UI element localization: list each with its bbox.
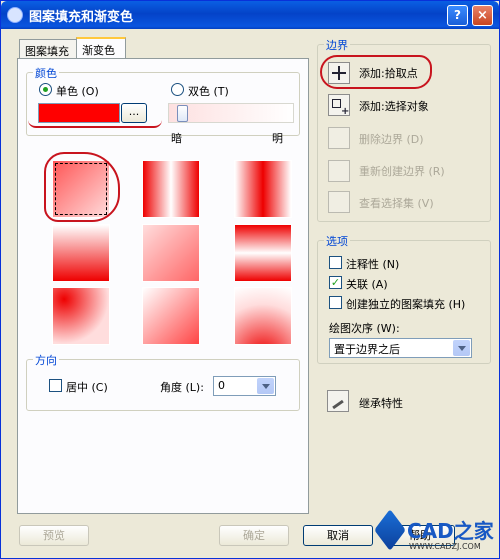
cancel-button[interactable]: 取消 [303, 525, 373, 546]
view-selections-label: 查看选择集 (V) [359, 197, 434, 210]
orientation-group: 方向 居中 (C) 角度 (L): 0 [26, 352, 300, 411]
color-group: 颜色 单色 (O) 双色 (T) ... [26, 65, 300, 136]
center-checkbox[interactable] [49, 379, 62, 392]
preview-button: 预览 [19, 525, 89, 546]
angle-value: 0 [218, 379, 225, 392]
magnifier-icon [328, 191, 350, 213]
shade-tint-slider[interactable] [168, 103, 294, 123]
dark-label: 暗 [171, 132, 182, 145]
gradient-swatch-8[interactable] [142, 287, 200, 345]
annotation-mark [28, 100, 162, 128]
gradient-swatch-4[interactable] [52, 224, 110, 282]
gradient-swatch-3[interactable] [234, 160, 292, 218]
associative-label: 关联 (A) [346, 278, 388, 291]
annotative-checkbox[interactable] [329, 256, 342, 269]
tab-gradient[interactable]: 渐变色 [76, 37, 126, 58]
hatch-gradient-dialog: 图案填充和渐变色 ? × 图案填充 渐变色 颜色 单色 (O) 双色 (T) .… [0, 0, 500, 559]
color-group-label: 颜色 [33, 65, 59, 81]
help-title-button[interactable]: ? [447, 5, 468, 26]
pick-annotation-mark [320, 55, 432, 89]
tab-hatch[interactable]: 图案填充 [19, 39, 77, 59]
title-bar[interactable]: 图案填充和渐变色 ? × [1, 1, 499, 29]
annotative-label: 注释性 (N) [346, 258, 400, 271]
ok-button: 确定 [219, 525, 289, 546]
add-select-objects-icon[interactable]: + [328, 94, 350, 117]
inherit-properties-label[interactable]: 继承特性 [359, 395, 403, 411]
two-color-radio[interactable] [171, 83, 184, 96]
angle-select[interactable]: 0 [213, 376, 276, 396]
two-color-label: 双色 (T) [188, 85, 229, 98]
add-select-objects-label[interactable]: 添加:选择对象 [359, 98, 429, 114]
light-label: 明 [272, 132, 283, 145]
boundary-group: 边界 添加:拾取点 + 添加:选择对象 删除边界 (D) 重新创建边界 (R) … [317, 37, 491, 222]
gradient-swatch-2[interactable] [142, 160, 200, 218]
watermark: CAD之家 WWW.CADZJ.COM [374, 509, 499, 557]
gradient-tab-panel: 颜色 单色 (O) 双色 (T) ... 暗 明 方向 居中 (C) 角度 (L… [17, 58, 309, 514]
boundary-group-label: 边界 [324, 37, 350, 53]
recreate-boundary-label: 重新创建边界 (R) [359, 165, 445, 178]
watermark-url: WWW.CADZJ.COM [409, 542, 481, 551]
draw-order-label: 绘图次序 (W): [329, 322, 400, 335]
associative-checkbox[interactable]: ✓ [329, 276, 342, 289]
orientation-group-label: 方向 [33, 352, 59, 368]
window-title: 图案填充和渐变色 [29, 10, 134, 25]
recreate-boundary-icon [328, 160, 350, 182]
center-label: 居中 (C) [66, 381, 108, 394]
remove-boundaries-icon [328, 127, 350, 149]
remove-boundaries-label: 删除边界 (D) [359, 133, 424, 146]
separate-hatches-label: 创建独立的图案填充 (H) [346, 298, 466, 311]
chevron-down-icon[interactable] [257, 378, 274, 394]
app-icon [7, 7, 23, 23]
options-group-label: 选项 [324, 233, 350, 249]
swatch-annotation-mark [44, 152, 120, 222]
separate-hatches-checkbox[interactable] [329, 296, 342, 309]
inherit-properties-icon[interactable] [327, 390, 349, 412]
draw-order-select[interactable]: 置于边界之后 [329, 338, 472, 358]
gradient-swatch-6[interactable] [234, 224, 292, 282]
angle-label: 角度 (L): [160, 381, 204, 394]
gradient-swatch-7[interactable] [52, 287, 110, 345]
close-button[interactable]: × [472, 5, 493, 26]
draw-order-value: 置于边界之后 [334, 343, 400, 356]
chevron-down-icon[interactable] [453, 340, 470, 356]
slider-thumb[interactable] [177, 105, 188, 122]
watermark-text: CAD之家 [407, 519, 494, 543]
options-group: 选项 注释性 (N) ✓ 关联 (A) 创建独立的图案填充 (H) 绘图次序 (… [317, 233, 491, 364]
gradient-swatch-5[interactable] [142, 224, 200, 282]
gradient-swatch-9[interactable] [234, 287, 292, 345]
single-color-radio[interactable] [39, 83, 52, 96]
single-color-label: 单色 (O) [56, 85, 99, 98]
watermark-logo [374, 509, 406, 551]
